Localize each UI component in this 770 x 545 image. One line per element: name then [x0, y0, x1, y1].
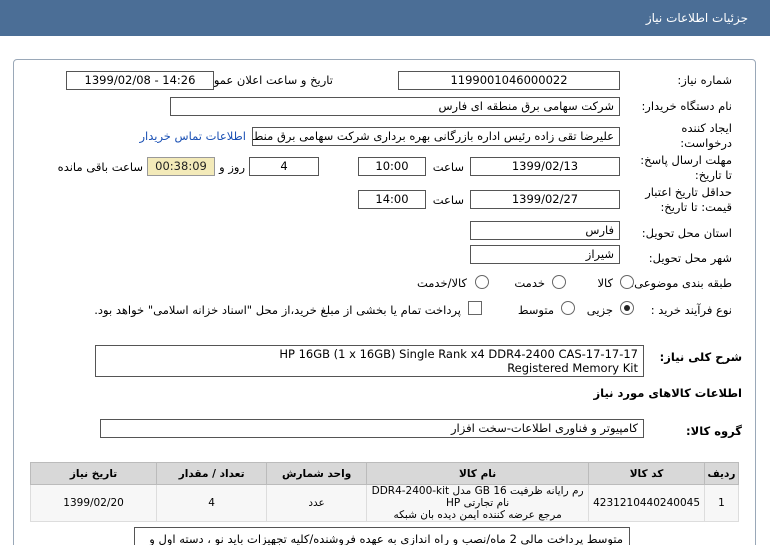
cell-name-line-1: رم رایانه ظرفیت 16 GB مدل DDR4-2400-kit …	[371, 485, 584, 509]
creator-field: علیرضا تقی زاده رئیس اداره بازرگانی بهره…	[252, 127, 620, 146]
remaining-timer: 00:38:09	[147, 157, 215, 176]
deadline-label-2: تا تاریخ:	[694, 168, 732, 182]
summary-label: شرح کلی نیاز:	[659, 350, 742, 364]
col-name: نام کالا	[366, 462, 590, 485]
category-goods-service-label: کالا/خدمت	[416, 276, 467, 290]
process-label: نوع فرآیند خرید :	[650, 303, 732, 317]
validity-date-field: 1399/02/27	[470, 190, 620, 209]
need-number-label: شماره نیاز:	[677, 73, 732, 87]
page-title: جزئیات اطلاعات نیاز	[645, 11, 748, 25]
validity-label: حداقل تاریخ اعتبار	[645, 185, 732, 199]
process-small-label: جزیی	[586, 303, 613, 317]
category-goods-label: کالا	[597, 276, 613, 290]
creator-label: ایجاد کننده	[681, 121, 732, 135]
deadline-time-field: 10:00	[358, 157, 426, 176]
summary-field: HP 16GB (1 x 16GB) Single Rank x4 DDR4-2…	[95, 345, 644, 377]
process-medium-radio[interactable]	[561, 301, 575, 315]
items-table: ردیف کد کالا نام کالا واحد شمارش تعداد /…	[29, 462, 739, 522]
treasury-payment-checkbox[interactable]	[468, 301, 482, 315]
cell-name: رم رایانه ظرفیت 16 GB مدل DDR4-2400-kit …	[366, 484, 590, 522]
cell-name-line-2: مرجع عرضه کننده ایمن دیده بان شبکه	[393, 509, 562, 521]
table-row: 1 4231210440240045 رم رایانه ظرفیت 16 GB…	[29, 484, 739, 522]
goods-info-heading: اطلاعات کالاهای مورد نیاز	[593, 386, 742, 400]
group-label: گروه کالا:	[686, 424, 742, 438]
summary-line-1: HP 16GB (1 x 16GB) Single Rank x4 DDR4-2…	[279, 347, 638, 361]
cell-index: 1	[704, 484, 739, 522]
buyer-notes-field: متوسط پرداخت مالی 2 ماه/نصب و راه اندازی…	[134, 527, 630, 545]
summary-line-2: Registered Memory Kit	[507, 361, 638, 375]
cell-unit: عدد	[266, 484, 368, 522]
process-medium-label: متوسط	[517, 303, 554, 317]
col-unit: واحد شمارش	[266, 462, 368, 485]
category-service-label: خدمت	[514, 276, 545, 290]
col-qty: تعداد / مقدار	[156, 462, 268, 485]
category-label: طبقه بندی موضوعی:	[630, 276, 732, 290]
buyer-contact-link[interactable]: اطلاعات تماس خریدار	[139, 129, 246, 143]
remaining-label: ساعت باقی مانده	[57, 160, 143, 174]
city-field: شیراز	[470, 245, 620, 264]
deadline-label: مهلت ارسال پاسخ:	[640, 153, 732, 167]
need-number-field: 1199001046000022	[398, 71, 620, 90]
announce-label: تاریخ و ساعت اعلان عمومی:	[194, 73, 333, 87]
process-small-radio[interactable]	[620, 301, 634, 315]
validity-time-field: 14:00	[358, 190, 426, 209]
category-goods-radio[interactable]	[620, 275, 634, 289]
deadline-time-label: ساعت	[432, 160, 464, 174]
cell-qty: 4	[156, 484, 268, 522]
announce-field: 1399/02/08 - 14:26	[66, 71, 214, 90]
province-label: استان محل تحویل:	[641, 226, 732, 240]
col-index: ردیف	[704, 462, 739, 485]
category-goods-service-radio[interactable]	[475, 275, 489, 289]
group-field: کامپیوتر و فناوری اطلاعات-سخت افزار	[100, 419, 644, 438]
province-field: فارس	[470, 221, 620, 240]
validity-time-label: ساعت	[432, 193, 464, 207]
category-service-radio[interactable]	[552, 275, 566, 289]
buyer-label: نام دستگاه خریدار:	[641, 99, 732, 113]
col-date: تاریخ نیاز	[29, 462, 158, 485]
treasury-payment-label: پرداخت تمام یا بخشی از مبلغ خرید،از محل …	[94, 303, 461, 317]
cell-date: 1399/02/20	[29, 484, 158, 522]
creator-label-2: درخواست:	[680, 136, 732, 150]
city-label: شهر محل تحویل:	[648, 251, 732, 265]
buyer-field: شرکت سهامی برق منطقه ای فارس	[170, 97, 620, 116]
cell-code: 4231210440240045	[588, 484, 705, 522]
days-field: 4	[249, 157, 319, 176]
validity-label-2: قیمت: تا تاریخ:	[660, 200, 732, 214]
days-label: روز و	[219, 160, 245, 174]
page-header: جزئیات اطلاعات نیاز	[0, 0, 770, 36]
col-code: کد کالا	[588, 462, 705, 485]
deadline-date-field: 1399/02/13	[470, 157, 620, 176]
